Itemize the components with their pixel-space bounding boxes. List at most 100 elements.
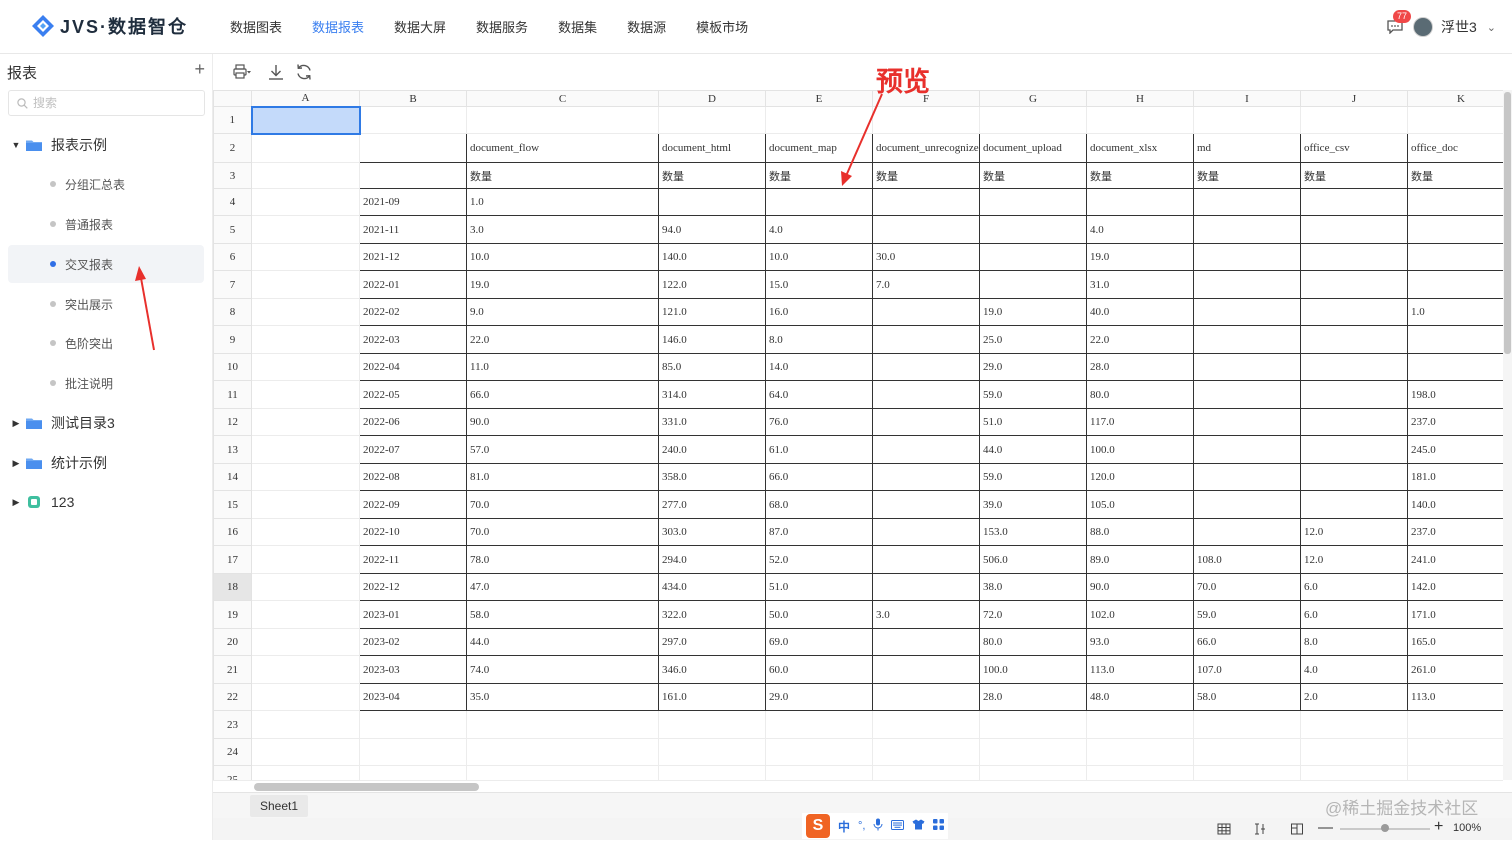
sheet-cell[interactable]	[765, 188, 873, 216]
row-header[interactable]: 13	[213, 435, 252, 464]
sheet-cell[interactable]: 1.0	[1407, 298, 1503, 326]
sheet-cell[interactable]	[979, 270, 1087, 299]
row-header[interactable]: 23	[213, 710, 252, 739]
sheet-cell[interactable]	[466, 738, 659, 766]
nav-item[interactable]: 数据大屏	[379, 0, 461, 54]
sheet-cell[interactable]	[251, 243, 360, 271]
sheet-cell[interactable]	[251, 655, 360, 684]
sheet-cell[interactable]: 70.0	[466, 518, 659, 546]
sheet-cell[interactable]: 数量	[1300, 162, 1408, 189]
sheet-cell[interactable]	[251, 710, 360, 739]
sheet-cell[interactable]	[1407, 188, 1503, 216]
sheet-cell[interactable]: 198.0	[1407, 380, 1503, 409]
sheet-cell[interactable]: 2022-04	[359, 353, 467, 381]
sheet-cell[interactable]: 434.0	[658, 573, 766, 601]
sheet-cell[interactable]	[251, 325, 360, 354]
sheet-cell[interactable]	[1193, 298, 1301, 326]
sheet-cell[interactable]	[359, 710, 467, 739]
sheet-cell[interactable]: 44.0	[466, 628, 659, 656]
sheet-cell[interactable]	[251, 133, 360, 163]
nav-item[interactable]: 模板市场	[681, 0, 763, 54]
column-header[interactable]: C	[466, 90, 659, 107]
sheet-cell[interactable]	[872, 573, 980, 601]
sheet-cell[interactable]: 88.0	[1086, 518, 1194, 546]
sheet-cell[interactable]: 297.0	[658, 628, 766, 656]
sheet-cell[interactable]: 64.0	[765, 380, 873, 409]
column-header[interactable]: E	[765, 90, 873, 107]
sheet-cell[interactable]	[251, 463, 360, 491]
sheet-cell[interactable]	[1300, 738, 1408, 766]
row-header[interactable]: 12	[213, 408, 252, 436]
sheet-cell[interactable]	[251, 573, 360, 601]
sheet-cell[interactable]	[979, 765, 1087, 780]
sheet-cell[interactable]: 47.0	[466, 573, 659, 601]
sheet-cell[interactable]	[359, 738, 467, 766]
avatar[interactable]	[1412, 17, 1433, 37]
nav-item[interactable]: 数据集	[543, 0, 612, 54]
sheet-cell[interactable]: 81.0	[466, 463, 659, 491]
sheet-cell[interactable]: 2022-05	[359, 380, 467, 409]
sheet-cell[interactable]	[1193, 325, 1301, 354]
sheet-cell[interactable]: 122.0	[658, 270, 766, 299]
sheet-cell[interactable]	[872, 628, 980, 656]
column-header[interactable]: G	[979, 90, 1087, 107]
sheet-cell[interactable]: 277.0	[658, 490, 766, 519]
sheet-cell[interactable]: 113.0	[1086, 655, 1194, 684]
sheet-cell[interactable]: 38.0	[979, 573, 1087, 601]
nav-item[interactable]: 数据服务	[461, 0, 543, 54]
sheet-cell[interactable]	[251, 628, 360, 656]
zoom-in-button[interactable]: +	[1434, 818, 1443, 836]
sheet-cell[interactable]	[250, 105, 361, 135]
sheet-cell[interactable]: 59.0	[1193, 600, 1301, 629]
sheet-cell[interactable]	[872, 655, 980, 684]
sheet-cell[interactable]	[1407, 738, 1503, 766]
sheet-cell[interactable]	[1193, 215, 1301, 244]
sheet-cell[interactable]: 72.0	[979, 600, 1087, 629]
sheet-cell[interactable]	[251, 683, 360, 711]
sheet-cell[interactable]: 29.0	[765, 683, 873, 711]
sheet-cell[interactable]: 303.0	[658, 518, 766, 546]
sheet-cell[interactable]: md	[1193, 133, 1301, 163]
sheet-cell[interactable]: 108.0	[1193, 545, 1301, 574]
sheet-cell[interactable]	[1193, 408, 1301, 436]
sheet-cell[interactable]: 7.0	[872, 270, 980, 299]
sheet-cell[interactable]: 2021-09	[359, 188, 467, 216]
sheet-cell[interactable]: 51.0	[979, 408, 1087, 436]
chevron-down-icon[interactable]: ⌄	[1487, 21, 1496, 34]
sheet-cell[interactable]	[872, 380, 980, 409]
tree-folder[interactable]: ▶ 统计示例	[8, 444, 204, 482]
sheet-cell[interactable]	[872, 188, 980, 216]
sheet-cell[interactable]: 35.0	[466, 683, 659, 711]
sheet-cell[interactable]: 8.0	[765, 325, 873, 354]
sheet-cell[interactable]: 70.0	[1193, 573, 1301, 601]
sheet-cell[interactable]	[1300, 353, 1408, 381]
column-header[interactable]: K	[1407, 90, 1503, 107]
sheet-cell[interactable]: 107.0	[1193, 655, 1301, 684]
sheet-cell[interactable]	[765, 765, 873, 780]
sheet-cell[interactable]	[359, 106, 467, 134]
sheet-cell[interactable]	[872, 545, 980, 574]
sheet-cell[interactable]: 12.0	[1300, 545, 1408, 574]
sheet-cell[interactable]	[765, 738, 873, 766]
sheet-cell[interactable]	[466, 765, 659, 780]
sheet-cell[interactable]: 58.0	[466, 600, 659, 629]
sheet-cell[interactable]: 153.0	[979, 518, 1087, 546]
sheet-cell[interactable]: 358.0	[658, 463, 766, 491]
search-box[interactable]	[8, 90, 205, 116]
sheet-cell[interactable]	[359, 133, 467, 163]
sheet-cell[interactable]	[466, 710, 659, 739]
sheet-cell[interactable]	[872, 215, 980, 244]
sheet-cell[interactable]: 2023-02	[359, 628, 467, 656]
sheet-cell[interactable]: 93.0	[1086, 628, 1194, 656]
sheet-cell[interactable]	[251, 490, 360, 519]
sheet-cell[interactable]: 121.0	[658, 298, 766, 326]
nav-item[interactable]: 数据源	[612, 0, 681, 54]
sheet-cell[interactable]: 105.0	[1086, 490, 1194, 519]
row-header[interactable]: 3	[213, 162, 252, 189]
sheet-cell[interactable]	[251, 545, 360, 574]
sheet-cell[interactable]	[872, 463, 980, 491]
sheet-cell[interactable]	[872, 435, 980, 464]
column-header[interactable]: I	[1193, 90, 1301, 107]
sheet-cell[interactable]: 1.0	[466, 188, 659, 216]
sheet-cell[interactable]	[251, 215, 360, 244]
